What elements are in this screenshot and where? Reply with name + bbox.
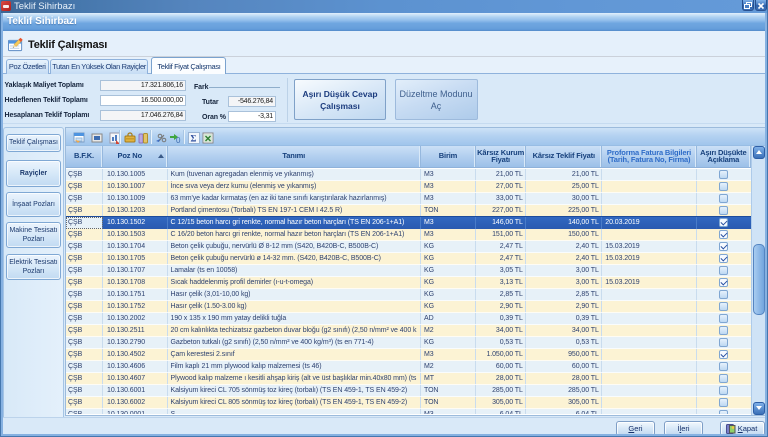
svg-text:Σ: Σ [191, 133, 197, 143]
svg-text:0: 0 [176, 136, 181, 144]
